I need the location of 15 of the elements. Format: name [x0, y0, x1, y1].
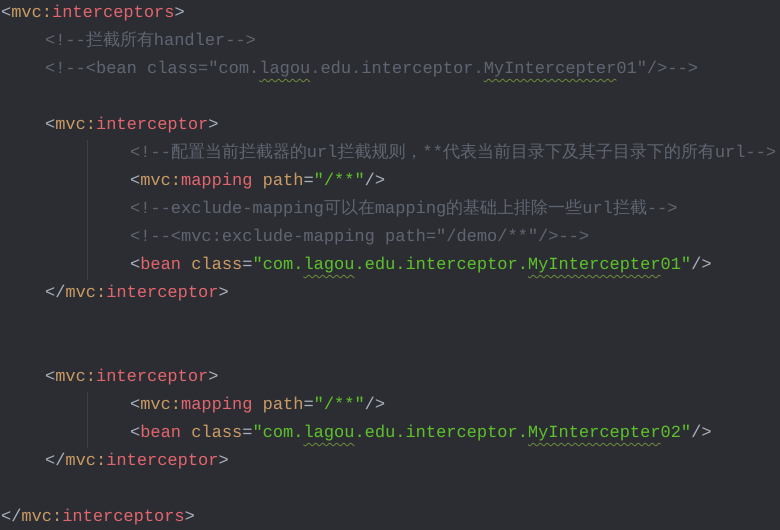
code-line: <!--拦截所有handler-->	[45, 30, 256, 53]
code-line: <!--配置当前拦截器的url拦截规则，**代表当前目录下及其子目录下的所有url-->	[130, 142, 776, 165]
code-line: </mvc:interceptors>	[1, 507, 195, 529]
code-line: <!--exclude-mapping可以在mapping的基础上排除一些url拦截-->	[130, 198, 678, 221]
code-line: <mvc:interceptor>	[45, 115, 218, 137]
code-line: <mvc:mapping path="/**"/>	[130, 395, 386, 417]
code-line: </mvc:interceptor>	[45, 451, 229, 473]
code-line: <mvc:mapping path="/**"/>	[130, 171, 386, 193]
code-line: <bean class="com.lagou.edu.interceptor.MyIntercepter01"/>	[130, 255, 712, 277]
code-line: <mvc:interceptor>	[45, 367, 218, 389]
code-line: <!--<mvc:exclude-mapping path="/demo/**"/>-->	[130, 227, 590, 249]
code-line: <mvc:interceptors>	[1, 3, 185, 25]
code-line: <!--<bean class="com.lagou.edu.interceptor.MyIntercepter01"/>-->	[45, 59, 698, 81]
code-line: <bean class="com.lagou.edu.interceptor.MyIntercepter02"/>	[130, 423, 712, 445]
code-line: </mvc:interceptor>	[45, 283, 229, 305]
